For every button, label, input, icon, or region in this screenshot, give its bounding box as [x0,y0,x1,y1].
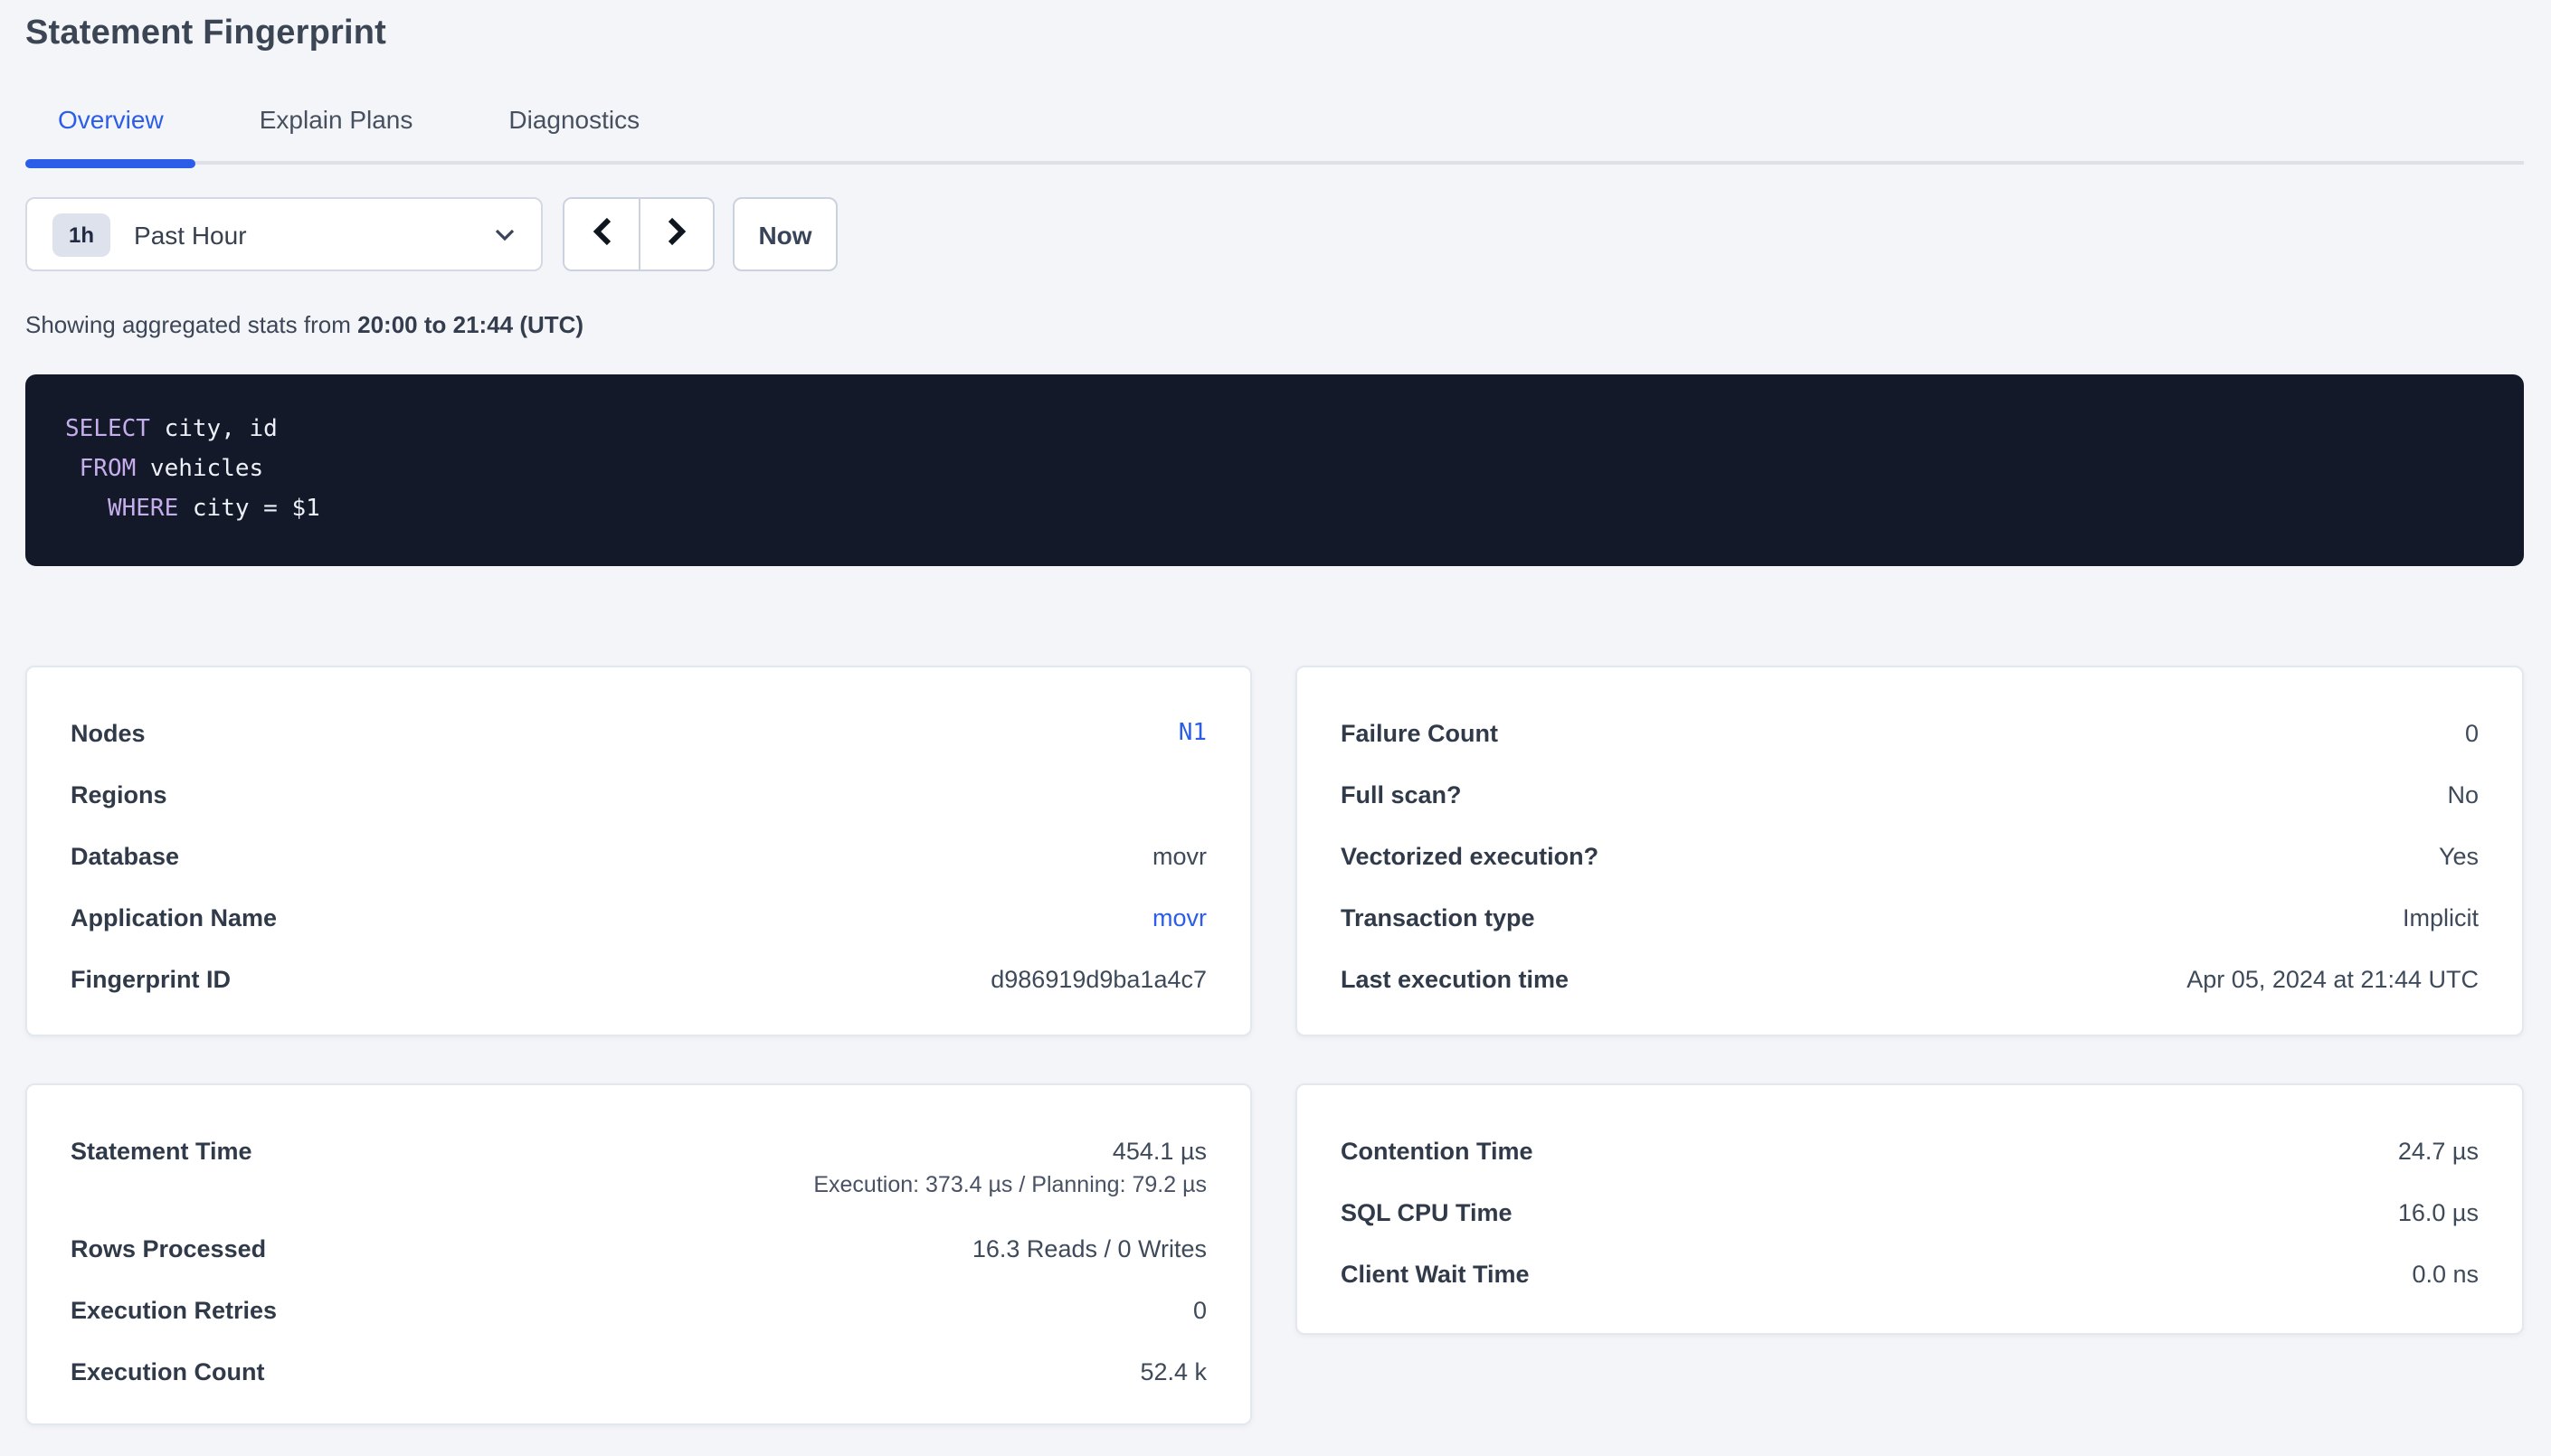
summary-cards: NodesN1RegionsDatabasemovrApplication Na… [25,666,2524,1425]
aggregation-note-range: 20:00 to 21:44 (UTC) [357,311,583,338]
stat-label: Transaction type [1341,888,1535,950]
stat-subvalue: Execution: 373.4 µs / Planning: 79.2 µs [813,1172,1207,1219]
stat-row: Failure Count 0 [1341,704,2479,765]
stat-value: No [2447,781,2479,808]
stat-row: Last execution time Apr 05, 2024 at 21:44… [1341,950,2479,1011]
stat-label: Database [71,827,179,888]
now-button[interactable]: Now [733,197,838,271]
stat-label: Nodes [71,704,146,765]
stat-value: movr [1152,843,1207,870]
sql-code-line: FROM vehicles [65,450,2484,490]
stat-row: Execution Retries 0 [71,1281,1207,1342]
stat-label: Full scan? [1341,765,1462,827]
stat-label: Execution Count [71,1342,265,1404]
sql-code-line: SELECT city, id [65,411,2484,450]
tab-diagnostics[interactable]: Diagnostics [476,101,672,161]
card-execution-attributes: Failure Count 0 Full scan? No Vectorized exe… [1295,666,2524,1036]
stat-value: 0 [1193,1297,1207,1324]
time-prev-button[interactable] [564,199,639,269]
aggregation-note-prefix: Showing aggregated stats from [25,311,357,338]
stat-label: Execution Retries [71,1281,277,1342]
stat-label: Application Name [71,888,277,950]
time-next-button[interactable] [639,199,713,269]
stat-label: Contention Time [1341,1121,1533,1183]
stat-row: Fingerprint ID d986919d9ba1a4c7 [71,950,1207,1011]
stat-value-link[interactable]: movr [1152,904,1207,931]
tab-overview[interactable]: Overview [25,101,196,161]
tab-bar: Overview Explain Plans Diagnostics [25,101,2524,165]
stat-value: Yes [2439,843,2479,870]
stat-value: 52.4 k [1140,1358,1207,1385]
sql-code-line: WHERE city = $1 [65,490,2484,530]
stat-value: Implicit [2403,904,2479,931]
time-range-label: Past Hour [134,220,247,249]
aggregation-note: Showing aggregated stats from 20:00 to 2… [25,311,2524,338]
stat-value: Apr 05, 2024 at 21:44 UTC [2186,966,2479,993]
time-step-buttons [563,197,715,271]
stat-row: Database movr [71,827,1207,888]
stat-value: 0 [2465,720,2479,747]
stat-value: 454.1 µs [1113,1138,1207,1165]
statement-fingerprint-page: Statement Fingerprint Overview Explain P… [0,13,2551,1456]
stat-value-link[interactable]: N1 [1179,720,1207,747]
stat-row: Application Name movr [71,888,1207,950]
stat-row: Full scan? No [1341,765,2479,827]
stat-value: 0.0 ns [2412,1261,2479,1288]
stat-label: Client Wait Time [1341,1244,1530,1306]
stat-value: 24.7 µs [2398,1138,2479,1165]
stat-label: Fingerprint ID [71,950,231,1011]
stat-label: SQL CPU Time [1341,1183,1513,1244]
stat-row: SQL CPU Time 16.0 µs [1341,1183,2479,1244]
card-statement-stats: Statement Time 454.1 µs Execution: 373.4 µ… [25,1083,1252,1425]
chevron-down-icon [494,227,516,241]
stat-row: Client Wait Time 0.0 ns [1341,1244,2479,1306]
stat-label: Last execution time [1341,950,1569,1011]
stat-label: Rows Processed [71,1219,266,1281]
stat-row: Vectorized execution? Yes [1341,827,2479,888]
card-statement-details: NodesN1RegionsDatabasemovrApplication Na… [25,666,1252,1036]
stat-row: Contention Time 24.7 µs [1341,1121,2479,1183]
time-toolbar: 1h Past Hour Now [25,197,2524,271]
stat-label: Vectorized execution? [1341,827,1598,888]
stat-label: Regions [71,765,167,827]
chevron-left-icon [591,217,612,251]
stat-value: d986919d9ba1a4c7 [991,966,1207,993]
stat-row: Statement Time 454.1 µs Execution: 373.4 µ… [71,1121,1207,1219]
stat-label: Failure Count [1341,704,1498,765]
sql-statement-box: SELECT city, id FROM vehicles WHERE city… [25,374,2524,566]
stat-value: 16.0 µs [2398,1199,2479,1226]
stat-row: Nodes N1 [71,704,1207,765]
stat-value: 16.3 Reads / 0 Writes [972,1235,1207,1262]
page-title: Statement Fingerprint [25,13,2524,54]
stat-row: Transaction type Implicit [1341,888,2479,950]
stat-row: Rows Processed 16.3 Reads / 0 Writes [71,1219,1207,1281]
time-range-badge: 1h [52,213,110,256]
stat-row: Regions [71,765,1207,827]
stat-label: Statement Time [71,1121,252,1183]
stat-row: Execution Count 52.4 k [71,1342,1207,1404]
time-range-dropdown[interactable]: 1h Past Hour [25,197,543,271]
card-wait-times: Contention Time 24.7 µs SQL CPU Time 16.0 µ… [1295,1083,2524,1335]
chevron-right-icon [666,217,688,251]
tab-explain-plans[interactable]: Explain Plans [227,101,446,161]
